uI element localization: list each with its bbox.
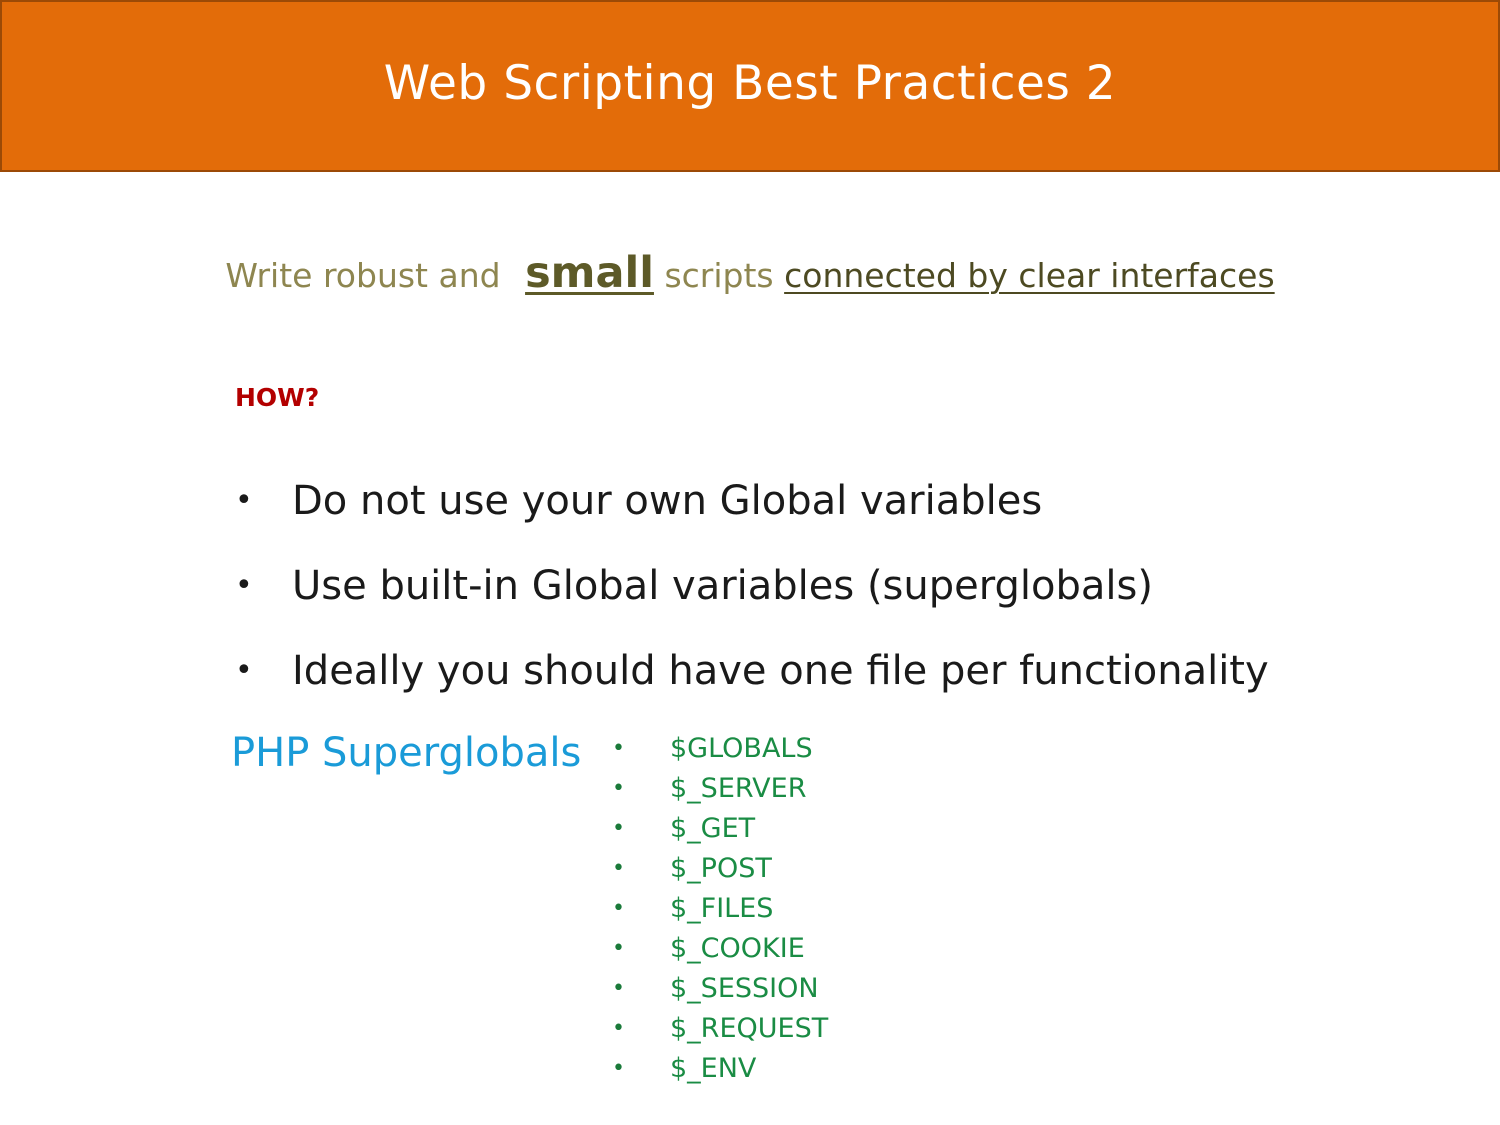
superglobal-item: • $_COOKIE [612, 928, 828, 968]
subtitle-emphasis: small [525, 248, 654, 298]
bullet-dot-icon: • [612, 735, 625, 761]
bullet-dot-icon: • [235, 483, 253, 518]
superglobal-name: $_COOKIE [670, 932, 805, 964]
bullet-dot-icon: • [612, 815, 625, 841]
superglobal-name: $_GET [670, 812, 756, 844]
superglobal-item: • $_REQUEST [612, 1008, 828, 1048]
main-bullet-list: • Do not use your own Global variables •… [235, 458, 1269, 713]
superglobals-list: • $GLOBALS • $_SERVER • $_GET • $_POST •… [612, 728, 828, 1088]
bullet-text: Use built-in Global variables (superglob… [292, 562, 1153, 609]
bullet-text: Ideally you should have one file per fun… [292, 647, 1269, 694]
bullet-dot-icon: • [612, 1015, 625, 1041]
superglobal-item: • $GLOBALS [612, 728, 828, 768]
superglobal-item: • $_SESSION [612, 968, 828, 1008]
bullet-dot-icon: • [612, 855, 625, 881]
bullet-dot-icon: • [235, 653, 253, 688]
superglobal-name: $_SESSION [670, 972, 819, 1004]
superglobal-name: $_FILES [670, 892, 774, 924]
superglobal-name: $_SERVER [670, 772, 807, 804]
superglobal-item: • $_SERVER [612, 768, 828, 808]
bullet-item: • Ideally you should have one file per f… [235, 628, 1269, 713]
superglobal-item: • $_ENV [612, 1048, 828, 1088]
subtitle-link: connected by clear interfaces [784, 256, 1275, 295]
bullet-dot-icon: • [612, 1055, 625, 1081]
slide-subtitle: Write robust and small scripts connected… [0, 248, 1500, 298]
bullet-dot-icon: • [612, 895, 625, 921]
bullet-dot-icon: • [612, 775, 625, 801]
superglobal-name: $_REQUEST [670, 1012, 829, 1044]
bullet-text: Do not use your own Global variables [292, 477, 1043, 524]
slide-title: Web Scripting Best Practices 2 [383, 55, 1117, 111]
bullet-dot-icon: • [235, 568, 253, 603]
superglobal-item: • $_FILES [612, 888, 828, 928]
bullet-dot-icon: • [612, 935, 625, 961]
superglobal-name: $_ENV [670, 1052, 757, 1084]
superglobal-name: $_POST [670, 852, 772, 884]
title-bar: Web Scripting Best Practices 2 [0, 0, 1500, 172]
bullet-dot-icon: • [612, 975, 625, 1001]
subtitle-part1: Write robust and [225, 256, 501, 295]
php-superglobals-label: PHP Superglobals [231, 730, 582, 776]
superglobal-name: $GLOBALS [670, 732, 813, 764]
superglobal-item: • $_POST [612, 848, 828, 888]
subtitle-part2: scripts [664, 256, 774, 295]
how-label: HOW? [235, 383, 320, 412]
superglobal-item: • $_GET [612, 808, 828, 848]
bullet-item: • Do not use your own Global variables [235, 458, 1269, 543]
bullet-item: • Use built-in Global variables (supergl… [235, 543, 1269, 628]
